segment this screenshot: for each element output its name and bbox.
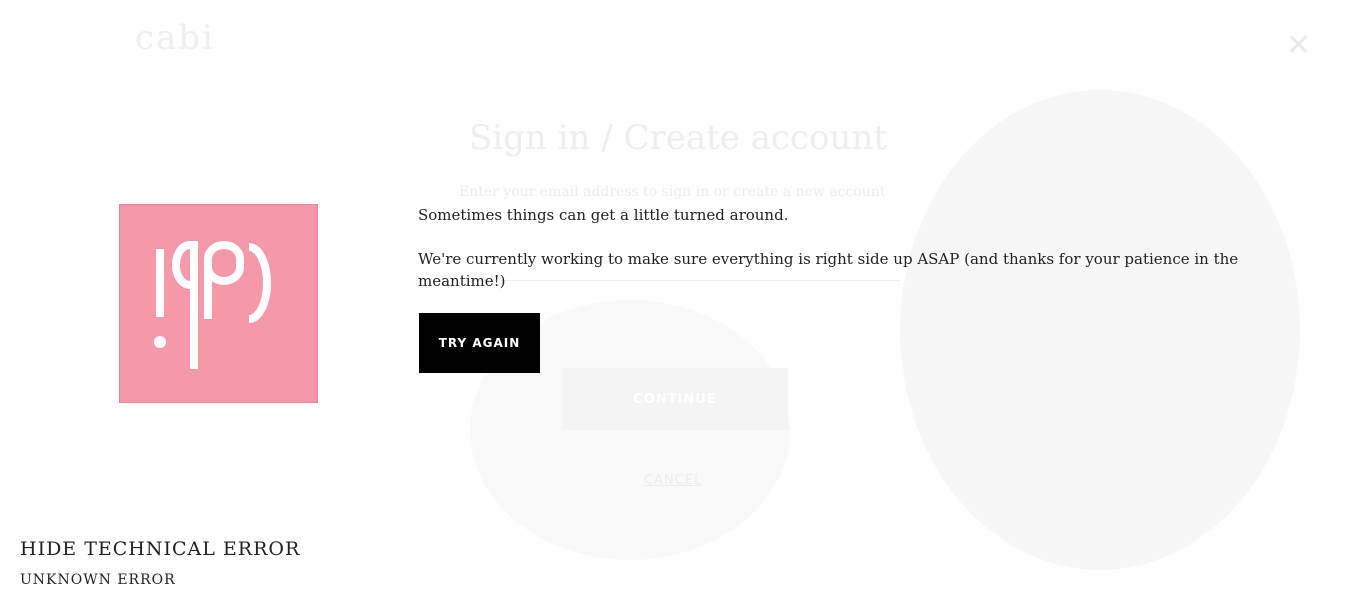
error-message: Sometimes things can get a little turned… xyxy=(418,204,1288,292)
error-message-body: We're currently working to make sure eve… xyxy=(418,250,1239,290)
try-again-button[interactable]: TRY AGAIN xyxy=(419,313,540,373)
close-icon[interactable]: ✕ xyxy=(1286,28,1311,63)
cancel-link[interactable]: CANCEL xyxy=(644,473,702,488)
background-subtitle: Enter your email address to sign in or c… xyxy=(459,184,886,200)
cabi-logo-icon xyxy=(119,204,318,403)
background-photo xyxy=(900,90,1300,570)
technical-error-detail: UNKNOWN ERROR xyxy=(20,572,176,588)
hide-technical-error-toggle[interactable]: HIDE TECHNICAL ERROR xyxy=(20,538,300,560)
background-title: Sign in / Create account xyxy=(469,118,888,158)
background-logo: cabi xyxy=(135,18,215,58)
error-message-headline: Sometimes things can get a little turned… xyxy=(418,206,789,224)
continue-button[interactable]: CONTINUE xyxy=(562,368,788,430)
